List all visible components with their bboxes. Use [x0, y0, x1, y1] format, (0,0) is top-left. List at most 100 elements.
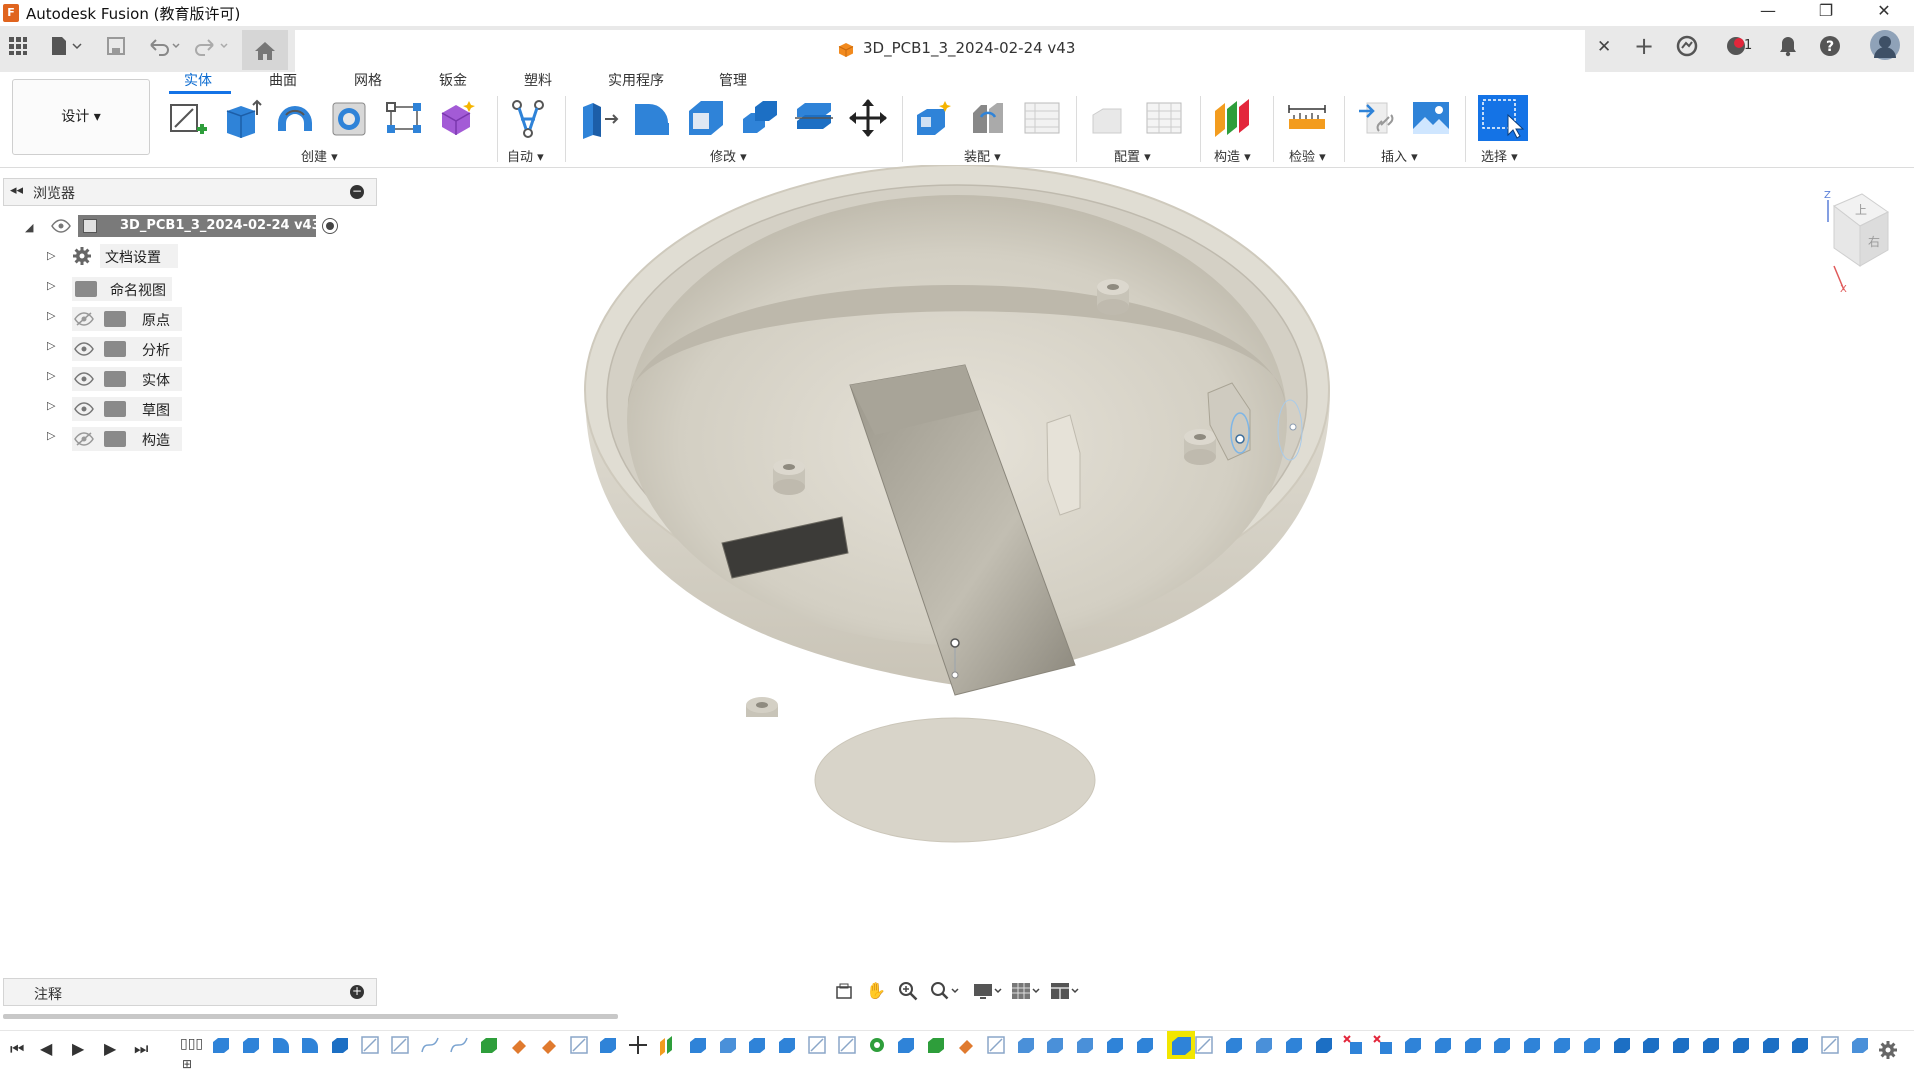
timeline-sketch-feature-icon[interactable]: [1193, 1034, 1215, 1056]
expand-triangle-icon[interactable]: ▷: [47, 429, 55, 442]
zoom-icon[interactable]: [898, 981, 918, 1005]
timeline-extrude-feature-icon[interactable]: [1283, 1034, 1305, 1056]
timeline-revolve-feature-icon[interactable]: [478, 1034, 500, 1056]
timeline-settings-gear-icon[interactable]: [1878, 1040, 1898, 1064]
create-sketch-icon[interactable]: [167, 97, 209, 139]
timeline-revolve-feature-icon[interactable]: [925, 1034, 947, 1056]
timeline-box-feature-icon[interactable]: [1551, 1034, 1573, 1056]
pattern-icon[interactable]: [383, 97, 425, 139]
combine-icon[interactable]: [739, 97, 781, 139]
timeline-shell-feature-icon[interactable]: [1849, 1034, 1871, 1056]
timeline-circle-feature-icon[interactable]: [866, 1034, 888, 1056]
timeline-shell-feature-icon[interactable]: [717, 1034, 739, 1056]
help-icon[interactable]: ?: [1816, 33, 1844, 59]
measure-icon[interactable]: [1286, 97, 1328, 139]
timeline-extrude-feature-icon[interactable]: [1402, 1034, 1424, 1056]
timeline-box-feature-icon[interactable]: [746, 1034, 768, 1056]
timeline-curve-feature-icon[interactable]: [419, 1034, 441, 1056]
timeline-box-feature-icon[interactable]: [1223, 1034, 1245, 1056]
visibility-eye-icon[interactable]: [74, 402, 94, 416]
timeline-extrude-feature-icon[interactable]: [210, 1034, 232, 1056]
timeline-paint-feature-icon[interactable]: [538, 1034, 560, 1056]
browser-options-icon[interactable]: −: [350, 185, 364, 199]
timeline-extrude-feature-icon[interactable]: [1521, 1034, 1543, 1056]
timeline-box-feature-icon[interactable]: [1581, 1034, 1603, 1056]
configuration-grid-icon[interactable]: [1143, 97, 1185, 139]
timeline-extrude-feature-icon[interactable]: [1491, 1034, 1513, 1056]
visibility-eye-icon[interactable]: [51, 219, 71, 237]
group-insert-label[interactable]: 插入 ▾: [1381, 146, 1418, 165]
expand-triangle-icon[interactable]: ▷: [47, 399, 55, 412]
timeline-combine-feature-icon[interactable]: [1611, 1034, 1633, 1056]
timeline-box-feature-icon[interactable]: [1134, 1034, 1156, 1056]
redo-icon[interactable]: [193, 33, 233, 59]
timeline-fillet-feature-icon[interactable]: [299, 1034, 321, 1056]
revolve-icon[interactable]: [274, 97, 316, 139]
expand-triangle-icon[interactable]: ▷: [47, 369, 55, 382]
collapse-panel-icon[interactable]: ◂◂: [10, 183, 23, 198]
timeline-sketch-feature-icon[interactable]: [359, 1034, 381, 1056]
timeline-shell-feature-icon[interactable]: [1044, 1034, 1066, 1056]
timeline-sketch-feature-icon[interactable]: [1819, 1034, 1841, 1056]
visibility-eye-icon[interactable]: [74, 372, 94, 386]
insert-canvas-icon[interactable]: [1410, 97, 1452, 139]
group-modify-label[interactable]: 修改 ▾: [710, 146, 747, 165]
press-pull-icon[interactable]: [577, 97, 619, 139]
expand-triangle-icon[interactable]: ▷: [47, 279, 55, 292]
browser-item[interactable]: 文档设置: [100, 244, 178, 268]
offset-plane-icon[interactable]: [1211, 97, 1253, 139]
close-window-button[interactable]: ✕: [1861, 0, 1907, 24]
hidden-eye-icon[interactable]: [74, 432, 94, 446]
timeline-box-feature-icon[interactable]: [687, 1034, 709, 1056]
group-configure-label[interactable]: 配置 ▾: [1114, 146, 1151, 165]
browser-item[interactable]: 原点: [72, 307, 182, 331]
group-automate-label[interactable]: 自动 ▾: [507, 146, 544, 165]
root-component-node[interactable]: 3D_PCB1_3_2024-02-24 v43: [78, 215, 321, 237]
data-panel-grid-icon[interactable]: [6, 33, 30, 59]
timeline-combine-feature-icon[interactable]: [1313, 1034, 1335, 1056]
save-icon[interactable]: [104, 33, 128, 59]
timeline-combine-feature-icon[interactable]: [1730, 1034, 1752, 1056]
pan-hand-icon[interactable]: ✋: [866, 981, 886, 1000]
timeline-combine-feature-icon[interactable]: [329, 1034, 351, 1056]
tab-solid[interactable]: 实体: [184, 70, 212, 90]
tab-manage[interactable]: 管理: [719, 70, 747, 90]
move-icon[interactable]: [847, 97, 889, 139]
timeline-scrollbar[interactable]: [3, 1014, 618, 1019]
expand-root-triangle-icon[interactable]: ◢: [25, 221, 33, 234]
timeline-shell-feature-icon[interactable]: [1015, 1034, 1037, 1056]
configure-table-icon[interactable]: [1089, 97, 1131, 139]
new-tab-plus-icon[interactable]: +: [1630, 33, 1658, 59]
timeline-sketch-feature-icon[interactable]: [389, 1034, 411, 1056]
orbit-lock-icon[interactable]: [834, 981, 854, 1005]
tab-sheet-metal[interactable]: 钣金: [439, 70, 467, 90]
automate-icon[interactable]: [507, 97, 549, 139]
browser-item[interactable]: 分析: [72, 337, 182, 361]
shell-icon[interactable]: [685, 97, 727, 139]
timeline-first-icon[interactable]: ⏮: [10, 1039, 24, 1059]
timeline-box-feature-icon[interactable]: [597, 1034, 619, 1056]
timeline-paint-feature-icon[interactable]: [955, 1034, 977, 1056]
browser-item[interactable]: 实体: [72, 367, 182, 391]
visibility-eye-icon[interactable]: [74, 342, 94, 356]
timeline-move-feature-icon[interactable]: [627, 1034, 649, 1056]
tab-mesh[interactable]: 网格: [354, 70, 382, 90]
activate-radio-icon[interactable]: [322, 218, 338, 234]
timeline-current-feature-marker[interactable]: [1167, 1031, 1195, 1059]
timeline-plane-feature-icon[interactable]: [657, 1034, 679, 1056]
timeline-prev-icon[interactable]: ◀: [40, 1039, 52, 1058]
browser-item[interactable]: 草图: [72, 397, 182, 421]
timeline-box-feature-icon[interactable]: [776, 1034, 798, 1056]
timeline-sketch-feature-icon[interactable]: [836, 1034, 858, 1056]
create-form-icon[interactable]: [436, 97, 478, 139]
timeline-combine-feature-icon[interactable]: [1670, 1034, 1692, 1056]
new-component-icon[interactable]: [913, 97, 955, 139]
timeline-shell-feature-icon[interactable]: [1074, 1034, 1096, 1056]
user-avatar[interactable]: [1870, 30, 1900, 60]
zoom-window-icon[interactable]: [930, 981, 960, 1005]
timeline-delete-feature-icon[interactable]: [1342, 1034, 1364, 1056]
group-inspect-label[interactable]: 检验 ▾: [1289, 146, 1326, 165]
timeline-extrude-feature-icon[interactable]: [1104, 1034, 1126, 1056]
close-tab-button[interactable]: ✕: [1597, 37, 1611, 57]
group-create-label[interactable]: 创建 ▾: [301, 146, 338, 165]
